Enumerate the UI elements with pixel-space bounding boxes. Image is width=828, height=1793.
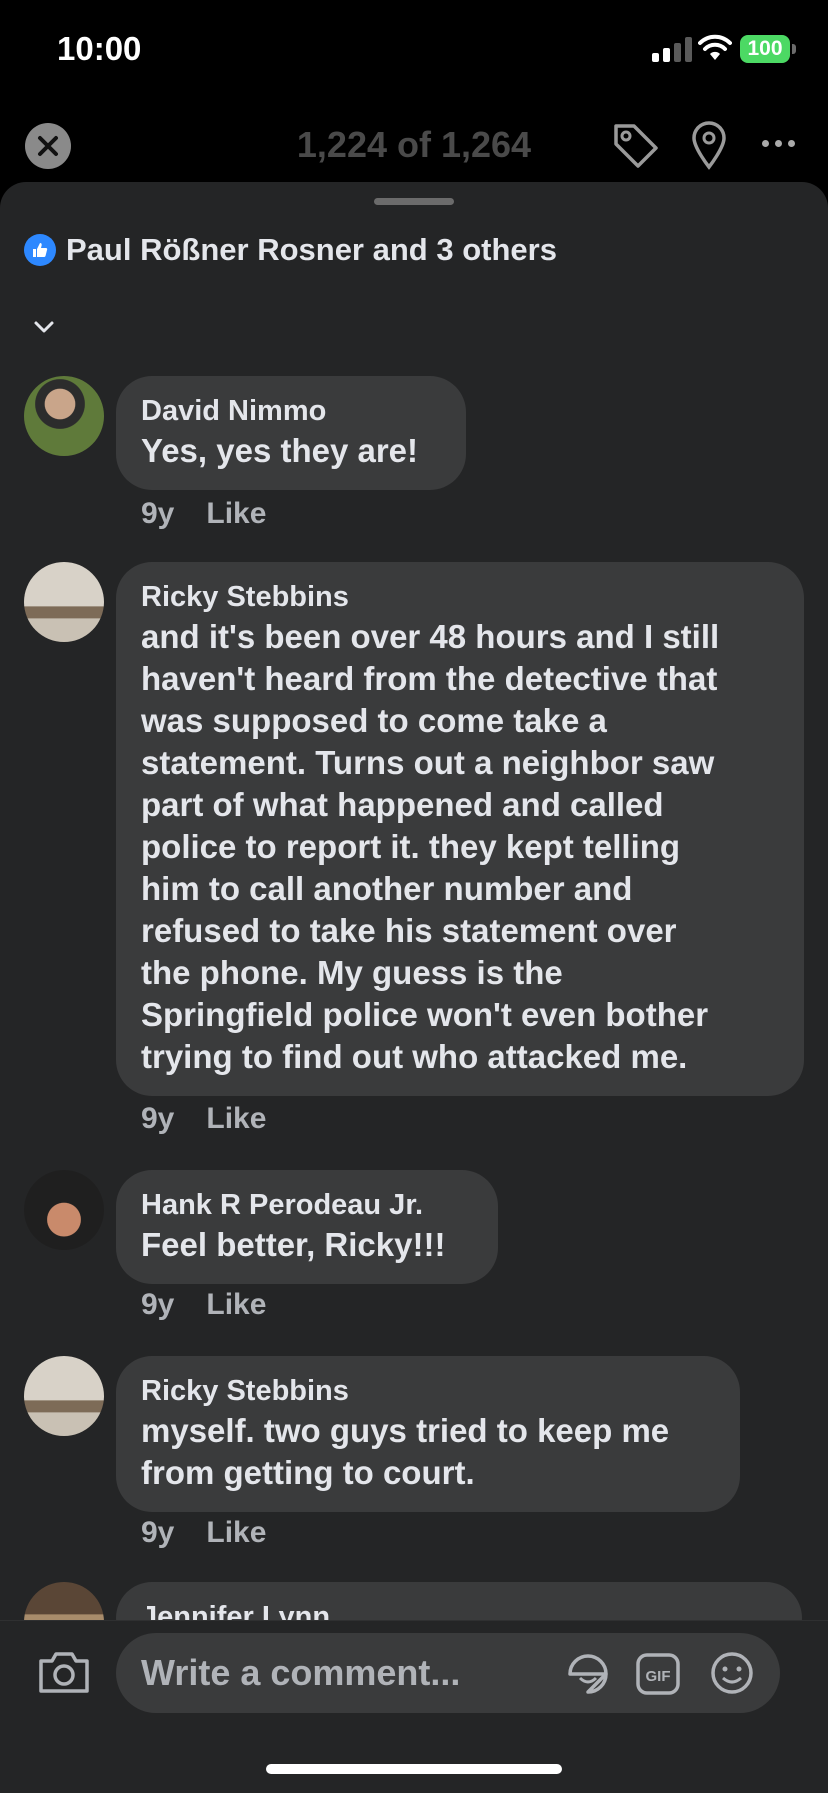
comment-bubble[interactable]: Ricky Stebbins myself. two guys tried to… [116, 1356, 740, 1512]
avatar[interactable] [24, 1170, 104, 1250]
comment-text-line: was supposed to come take a [141, 702, 607, 739]
thumbs-up-icon [24, 234, 56, 266]
comment-author[interactable]: David Nimmo [141, 392, 441, 430]
camera-icon[interactable] [37, 1649, 91, 1695]
comment-text-line: the phone. My guess is the [141, 954, 563, 991]
comment-meta: 9y Like [141, 1516, 266, 1550]
battery-icon: 100 [740, 35, 796, 63]
comment-author[interactable]: Ricky Stebbins [141, 1372, 715, 1410]
comment-text-line: from getting to court. [141, 1454, 475, 1491]
more-icon[interactable] [762, 140, 795, 147]
comment-bubble[interactable]: Hank R Perodeau Jr. Feel better, Ricky!!… [116, 1170, 498, 1284]
cellular-signal-icon [652, 37, 694, 62]
comment-author[interactable]: Hank R Perodeau Jr. [141, 1186, 473, 1224]
comment-age: 9y [141, 1102, 175, 1135]
drag-handle[interactable] [374, 198, 454, 205]
comment-age: 9y [141, 1288, 175, 1321]
like-button[interactable]: Like [206, 497, 266, 531]
emoji-icon[interactable] [708, 1649, 756, 1697]
comment-text-line: statement. Turns out a neighbor saw [141, 744, 715, 781]
comment-bubble[interactable]: David Nimmo Yes, yes they are! [116, 376, 466, 490]
reactions-row[interactable]: Paul Rößner Rosner and 3 others [24, 232, 557, 268]
gif-icon[interactable]: GIF [634, 1650, 682, 1698]
chevron-down-icon[interactable] [33, 320, 55, 334]
wifi-icon [698, 34, 732, 60]
comment-text: Feel better, Ricky!!! [141, 1226, 446, 1263]
svg-text:GIF: GIF [646, 1668, 671, 1685]
location-pin-icon[interactable] [690, 120, 728, 170]
comment-age: 9y [141, 497, 175, 530]
sticker-icon[interactable] [564, 1650, 612, 1698]
like-button[interactable]: Like [206, 1516, 266, 1550]
reactions-summary: Paul Rößner Rosner and 3 others [66, 232, 557, 267]
comment-text-line: myself. two guys tried to keep me [141, 1412, 670, 1449]
comment-text: Yes, yes they are! [141, 432, 419, 469]
like-button[interactable]: Like [206, 1288, 266, 1322]
comment-text-line: refused to take his statement over [141, 912, 677, 949]
like-button[interactable]: Like [206, 1102, 266, 1136]
comment-meta: 9y Like [141, 1102, 266, 1136]
comment-author[interactable]: Ricky Stebbins [141, 578, 779, 616]
comment-text-line: him to call another number and [141, 870, 633, 907]
home-indicator [266, 1764, 562, 1774]
comment-meta: 9y Like [141, 497, 266, 531]
tag-icon[interactable] [610, 120, 662, 168]
comment-text-line: police to report it. they kept telling [141, 828, 681, 865]
avatar[interactable] [24, 1356, 104, 1436]
comment-text-line: trying to find out who attacked me. [141, 1038, 688, 1075]
avatar[interactable] [24, 376, 104, 456]
comment-age: 9y [141, 1516, 175, 1549]
comment-bubble[interactable]: Ricky Stebbins and it's been over 48 hou… [116, 562, 804, 1096]
comment-text-line: part of what happened and called [141, 786, 664, 823]
comment-text-line: and it's been over 48 hours and I still [141, 618, 720, 655]
viewer-toolbar: 1,224 of 1,264 [0, 100, 828, 188]
status-time: 10:00 [57, 30, 142, 67]
comments-sheet: Paul Rößner Rosner and 3 others David Ni… [0, 182, 828, 1792]
comment-text-line: Springfield police won't even bother [141, 996, 709, 1033]
status-bar: 10:00 100 [0, 0, 828, 100]
avatar[interactable] [24, 562, 104, 642]
comment-text-line: haven't heard from the detective that [141, 660, 718, 697]
comment-meta: 9y Like [141, 1288, 266, 1322]
